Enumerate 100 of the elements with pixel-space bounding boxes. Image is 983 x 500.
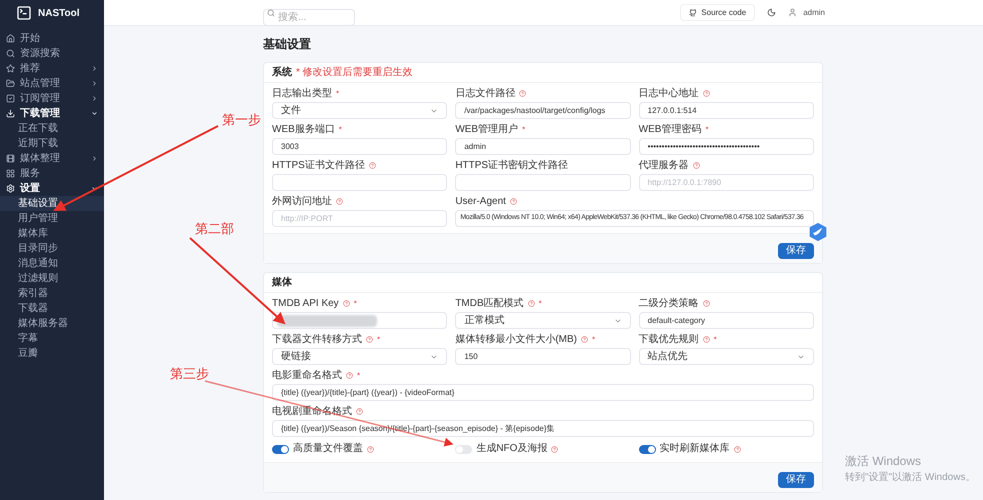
help-icon	[528, 300, 535, 307]
home-icon	[6, 34, 15, 43]
help-icon	[510, 198, 517, 205]
section-title: 媒体	[272, 276, 292, 290]
field-label: WEB管理密码	[638, 124, 702, 134]
field-label: TMDB匹配模式	[455, 298, 524, 308]
annotation-label: 第三步	[170, 365, 209, 383]
help-icon	[551, 446, 558, 452]
sidebar-subitem[interactable]: 近期下载	[0, 136, 104, 151]
toggle-switch[interactable]	[272, 444, 289, 454]
select-field[interactable]: 正常模式	[455, 312, 631, 329]
field-label: 日志文件路径	[455, 88, 516, 98]
sidebar-subitem[interactable]: 正在下载	[0, 121, 104, 136]
field-label: 日志中心地址	[638, 88, 699, 98]
field-label: User-Agent	[455, 196, 506, 206]
github-icon	[689, 8, 698, 16]
chevron-icon	[91, 80, 98, 87]
sidebar-subitem[interactable]: 过滤规则	[0, 271, 104, 286]
required-mark: *	[336, 90, 340, 98]
input-field[interactable]: {title} ({year})/{title}-{part} ({year}) - {videoFormat}	[272, 384, 814, 401]
input-field[interactable]: http://IP:PORT	[272, 210, 448, 227]
sidebar-item[interactable]: 推荐	[0, 61, 104, 76]
field-label: 外网访问地址	[272, 196, 332, 206]
grid-icon	[6, 169, 15, 178]
required-mark: *	[522, 126, 526, 134]
help-icon	[342, 300, 350, 307]
field-label: 代理服务器	[638, 160, 689, 170]
field-label: HTTPS证书密钥文件路径	[455, 160, 568, 170]
sidebar-subitem[interactable]: 字幕	[0, 331, 104, 346]
page-title: 基础设置	[263, 36, 312, 53]
input-field[interactable]: http://127.0.0.1:7890	[638, 174, 814, 191]
input-field[interactable]	[272, 312, 448, 329]
sidebar-item[interactable]: 服务	[0, 166, 104, 181]
section-note: * 修改设置后需要重启生效	[296, 66, 413, 80]
username: admin	[803, 6, 825, 18]
help-icon	[702, 90, 710, 97]
field-label: TMDB API Key	[272, 298, 339, 308]
sidebar-subitem[interactable]: 用户管理	[0, 211, 104, 226]
sidebar-subitem[interactable]: 目录同步	[0, 241, 104, 256]
required-mark: *	[705, 126, 709, 134]
moon-icon[interactable]	[767, 8, 776, 17]
sidebar-item[interactable]: 订阅管理	[0, 91, 104, 106]
field-label: 电影重命名格式	[272, 370, 342, 380]
help-icon	[581, 336, 588, 343]
save-button[interactable]: 保存	[778, 472, 814, 488]
input-field[interactable]: default-category	[638, 312, 814, 329]
sidebar-item[interactable]: 设置	[0, 181, 104, 196]
help-icon	[356, 408, 363, 415]
field-label: WEB管理用户	[455, 124, 518, 134]
field-label: HTTPS证书文件路径	[272, 160, 365, 170]
film-icon	[6, 154, 15, 163]
sidebar-subitem[interactable]: 豆瓣	[0, 346, 104, 361]
user-avatar-icon[interactable]	[788, 8, 798, 17]
help-icon	[692, 162, 700, 169]
search-field[interactable]: 搜索...	[263, 9, 355, 26]
sidebar-subitem[interactable]: 索引器	[0, 286, 104, 301]
annotation-label: 第一步	[222, 111, 261, 129]
help-icon	[367, 446, 374, 452]
sidebar-subitem[interactable]: 基础设置	[0, 196, 104, 211]
section-title: 系统	[272, 66, 292, 80]
terminal-icon	[16, 5, 32, 21]
field-label: 二级分类策略	[638, 298, 699, 308]
sidebar-subitem[interactable]: 下载器	[0, 301, 104, 316]
annotation-label: 第二部	[195, 220, 234, 238]
input-field[interactable]: 127.0.0.1:514	[638, 102, 814, 119]
toggle-switch[interactable]	[455, 444, 472, 454]
help-icon	[368, 162, 376, 169]
input-field[interactable]: /var/packages/nastool/target/config/logs	[455, 102, 631, 119]
download-icon	[6, 109, 15, 118]
activation-notice-title: 激活 Windows	[845, 453, 922, 470]
sidebar-subitem[interactable]: 消息通知	[0, 256, 104, 271]
source-code-button[interactable]: Source code	[680, 4, 756, 21]
switch-label: 实时刷新媒体库	[660, 444, 730, 454]
save-button[interactable]: 保存	[778, 243, 814, 259]
input-field[interactable]: 3003	[272, 138, 448, 155]
toggle-switch[interactable]	[638, 444, 656, 454]
sidebar-subitem[interactable]: 媒体库	[0, 226, 104, 241]
sidebar-item[interactable]: 开始	[0, 31, 104, 46]
required-mark: *	[357, 372, 360, 380]
input-field[interactable]	[455, 174, 631, 191]
select-field[interactable]: 站点优先	[638, 348, 814, 365]
field-label: WEB服务端口	[272, 124, 335, 134]
input-field[interactable]: ••••••••••••••••••••••••••••••••••••••••	[638, 138, 814, 155]
sidebar-item[interactable]: 资源搜索	[0, 46, 104, 61]
select-field[interactable]: 文件	[272, 102, 448, 119]
select-field[interactable]: 硬链接	[272, 348, 448, 365]
star-icon	[6, 64, 15, 73]
input-field[interactable]: 150	[455, 348, 631, 365]
sidebar-subitem[interactable]: 媒体服务器	[0, 316, 104, 331]
app-name: NASTool	[38, 6, 80, 20]
switch-label: 高质量文件覆盖	[293, 444, 363, 454]
sidebar-item[interactable]: 下载管理	[0, 106, 104, 121]
chevron-icon	[91, 110, 98, 117]
help-icon	[734, 446, 741, 452]
input-field[interactable]	[272, 174, 448, 191]
sidebar-item[interactable]: 媒体整理	[0, 151, 104, 166]
sidebar-item[interactable]: 站点管理	[0, 76, 104, 91]
required-mark: *	[714, 336, 717, 344]
field-label: 媒体转移最小文件大小(MB)	[455, 334, 577, 344]
input-field[interactable]: admin	[455, 138, 631, 155]
